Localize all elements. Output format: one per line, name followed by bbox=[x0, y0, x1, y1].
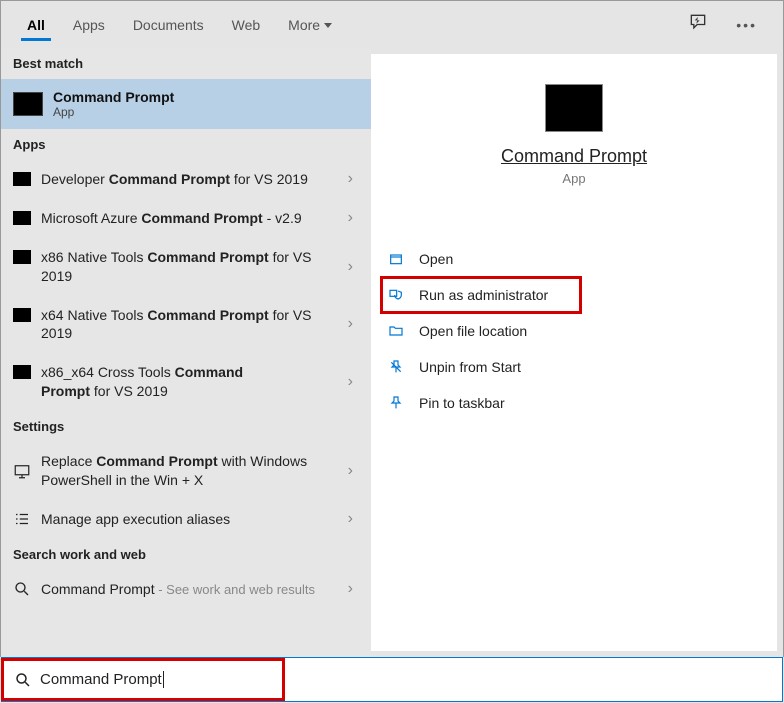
list-icon bbox=[13, 510, 31, 528]
settings-result[interactable]: Replace Command Prompt with Windows Powe… bbox=[1, 442, 371, 500]
search-icon bbox=[14, 671, 32, 689]
tab-all[interactable]: All bbox=[13, 5, 59, 45]
preview-subtitle: App bbox=[562, 171, 585, 186]
monitor-icon bbox=[13, 462, 31, 480]
unpin-icon bbox=[387, 358, 405, 376]
tab-more[interactable]: More bbox=[274, 5, 346, 45]
best-match-item[interactable]: Command Prompt App bbox=[1, 79, 371, 129]
chevron-right-icon[interactable]: › bbox=[342, 580, 359, 598]
open-icon bbox=[387, 250, 405, 268]
tab-apps[interactable]: Apps bbox=[59, 5, 119, 45]
app-icon bbox=[13, 365, 31, 379]
chevron-right-icon[interactable]: › bbox=[342, 209, 359, 227]
command-prompt-icon bbox=[545, 84, 603, 132]
preview-panel: Command Prompt App Open Run as administr… bbox=[371, 54, 777, 651]
action-unpin-start[interactable]: Unpin from Start bbox=[381, 349, 767, 385]
app-icon bbox=[13, 308, 31, 322]
action-open-location[interactable]: Open file location bbox=[381, 313, 767, 349]
chevron-right-icon[interactable]: › bbox=[342, 170, 359, 188]
action-pin-taskbar[interactable]: Pin to taskbar bbox=[381, 385, 767, 421]
chevron-right-icon[interactable]: › bbox=[342, 373, 359, 391]
action-label: Run as administrator bbox=[419, 287, 548, 303]
app-result[interactable]: x64 Native Tools Command Prompt for VS 2… bbox=[1, 296, 371, 354]
section-apps: Apps bbox=[1, 129, 371, 160]
section-search-work-web: Search work and web bbox=[1, 539, 371, 570]
pin-icon bbox=[387, 394, 405, 412]
action-open[interactable]: Open bbox=[381, 241, 767, 277]
chevron-right-icon[interactable]: › bbox=[342, 315, 359, 333]
search-bar: Command Prompt bbox=[1, 657, 783, 702]
app-icon bbox=[13, 211, 31, 225]
chevron-down-icon bbox=[324, 23, 332, 28]
search-input-value: Command Prompt bbox=[40, 671, 164, 688]
best-match-subtitle: App bbox=[53, 105, 174, 119]
action-label: Open bbox=[419, 251, 453, 267]
folder-icon bbox=[387, 322, 405, 340]
actions-list: Open Run as administrator Open file loca… bbox=[371, 241, 777, 421]
action-label: Pin to taskbar bbox=[419, 395, 505, 411]
app-result[interactable]: Developer Command Prompt for VS 2019 › bbox=[1, 160, 371, 199]
preview-title[interactable]: Command Prompt bbox=[501, 146, 647, 167]
app-icon bbox=[13, 250, 31, 264]
search-input[interactable]: Command Prompt bbox=[1, 658, 285, 701]
command-prompt-icon bbox=[13, 92, 43, 116]
search-icon bbox=[13, 580, 31, 598]
section-settings: Settings bbox=[1, 411, 371, 442]
tab-more-label: More bbox=[288, 17, 320, 33]
web-search-result[interactable]: Command Prompt - See work and web result… bbox=[1, 570, 371, 609]
app-icon bbox=[13, 172, 31, 186]
action-label: Unpin from Start bbox=[419, 359, 521, 375]
chevron-right-icon[interactable]: › bbox=[342, 258, 359, 276]
best-match-title: Command Prompt bbox=[53, 89, 174, 105]
action-run-as-admin[interactable]: Run as administrator bbox=[381, 277, 581, 313]
tab-web[interactable]: Web bbox=[218, 5, 275, 45]
chevron-right-icon[interactable]: › bbox=[342, 462, 359, 480]
section-best-match: Best match bbox=[1, 48, 371, 79]
chevron-right-icon[interactable]: › bbox=[342, 510, 359, 528]
action-label: Open file location bbox=[419, 323, 527, 339]
results-panel: Best match Command Prompt App Apps Devel… bbox=[1, 48, 371, 657]
app-result[interactable]: x86 Native Tools Command Prompt for VS 2… bbox=[1, 238, 371, 296]
settings-result[interactable]: Manage app execution aliases › bbox=[1, 500, 371, 539]
filter-tabs: All Apps Documents Web More ••• bbox=[0, 0, 784, 48]
tab-documents[interactable]: Documents bbox=[119, 5, 218, 45]
shield-icon bbox=[387, 286, 405, 304]
feedback-icon[interactable] bbox=[674, 4, 722, 45]
app-result[interactable]: x86_x64 Cross Tools CommandPrompt for VS… bbox=[1, 353, 371, 411]
app-result[interactable]: Microsoft Azure Command Prompt - v2.9 › bbox=[1, 199, 371, 238]
more-options-icon[interactable]: ••• bbox=[722, 9, 771, 41]
